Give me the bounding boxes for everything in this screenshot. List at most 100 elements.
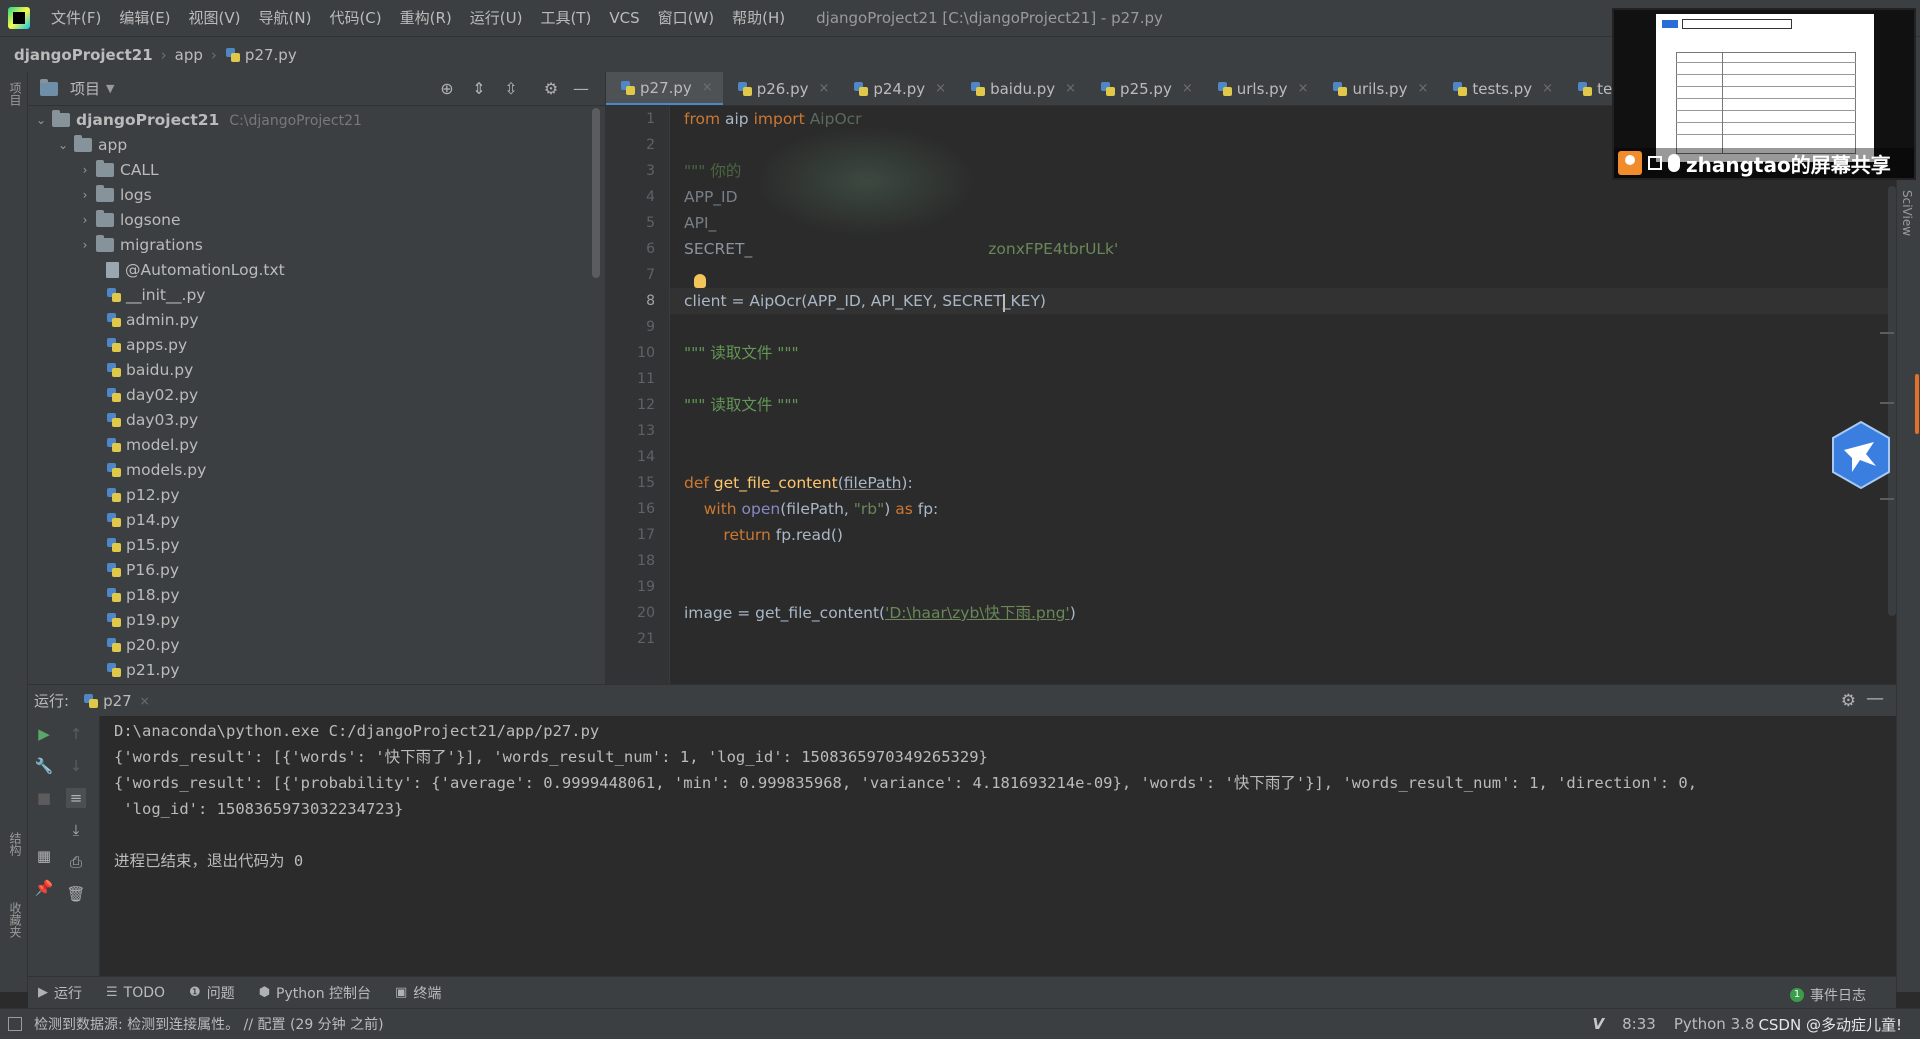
tree-file[interactable]: p20.py: [28, 633, 588, 658]
tool-tab[interactable]: ▶ 运行: [38, 983, 82, 1003]
breadcrumb-project[interactable]: djangoProject21: [14, 46, 153, 64]
editor-tab[interactable]: p26.py ×: [723, 72, 840, 105]
tree-file[interactable]: day02.py: [28, 383, 588, 408]
chevron-right-icon[interactable]: ›: [78, 233, 92, 258]
status-toggle-icon[interactable]: [8, 1017, 22, 1031]
run-tab-p27[interactable]: p27 ×: [83, 692, 150, 710]
minimize-icon[interactable]: —: [1866, 688, 1884, 709]
tree-file[interactable]: p12.py: [28, 483, 588, 508]
arrow-up-icon[interactable]: ↑: [66, 724, 86, 744]
stop-icon[interactable]: ■: [34, 788, 54, 808]
screen-share-preview[interactable]: zhangtao的屏幕共享: [1612, 8, 1916, 180]
rerun-icon[interactable]: ▶: [34, 724, 54, 744]
floating-bird-icon[interactable]: [1830, 420, 1892, 490]
gear-icon[interactable]: ⚙: [542, 80, 560, 98]
tree-file[interactable]: apps.py: [28, 333, 588, 358]
tree-folder-app[interactable]: ⌄ app: [28, 133, 588, 158]
tree-file[interactable]: baidu.py: [28, 358, 588, 383]
error-stripe-marker[interactable]: [1880, 498, 1894, 500]
cursor-position[interactable]: 8:33: [1622, 1015, 1656, 1033]
editor-scrollbar[interactable]: [1888, 186, 1896, 616]
tree-file[interactable]: @AutomationLog.txt: [28, 258, 588, 283]
tree-file[interactable]: models.py: [28, 458, 588, 483]
scroll-to-end-icon[interactable]: ⤓: [66, 820, 86, 840]
chevron-down-icon[interactable]: ▼: [106, 82, 114, 95]
close-icon[interactable]: ×: [935, 72, 946, 105]
editor-tab[interactable]: p24.py ×: [839, 72, 956, 105]
menu-item[interactable]: 工具(T): [531, 0, 600, 36]
editor-tab[interactable]: urls.py ×: [1203, 72, 1319, 105]
soft-wrap-icon[interactable]: ≡: [66, 788, 86, 808]
gear-icon[interactable]: ⚙: [1841, 691, 1856, 711]
error-stripe-marker[interactable]: [1880, 402, 1894, 404]
arrow-down-icon[interactable]: ↓: [66, 756, 86, 776]
chevron-right-icon[interactable]: ›: [78, 183, 92, 208]
chevron-right-icon[interactable]: ›: [78, 208, 92, 233]
lightbulb-icon[interactable]: [694, 274, 706, 288]
trash-icon[interactable]: 🗑: [66, 884, 86, 904]
editor-tab[interactable]: ten.py×: [1563, 72, 1614, 105]
tree-folder[interactable]: › logsone: [28, 208, 588, 233]
tool-tab[interactable]: ▣ 终端: [395, 983, 441, 1003]
chevron-down-icon[interactable]: ⌄: [56, 133, 70, 158]
tree-file[interactable]: p18.py: [28, 583, 588, 608]
menu-item[interactable]: VCS: [600, 0, 648, 36]
structure-tool-button[interactable]: 结构: [4, 832, 24, 856]
close-icon[interactable]: ×: [1065, 72, 1076, 105]
close-icon[interactable]: ×: [1182, 72, 1193, 105]
tree-file[interactable]: p19.py: [28, 608, 588, 633]
editor-tab[interactable]: p27.py ×: [606, 72, 723, 105]
hide-panel-icon[interactable]: —: [572, 80, 590, 98]
event-log-button[interactable]: 1 事件日志: [1790, 985, 1866, 1005]
collapse-all-icon[interactable]: ⇳: [502, 80, 520, 98]
menu-item[interactable]: 帮助(H): [723, 0, 794, 36]
close-icon[interactable]: ×: [140, 694, 150, 708]
project-tool-button[interactable]: 项目: [4, 82, 24, 106]
chevron-down-icon[interactable]: ⌄: [34, 108, 48, 133]
editor-tab[interactable]: p25.py ×: [1086, 72, 1203, 105]
tree-folder[interactable]: › migrations: [28, 233, 588, 258]
menu-item[interactable]: 代码(C): [320, 0, 390, 36]
breadcrumb-file[interactable]: p27.py: [225, 46, 297, 64]
tree-scrollbar[interactable]: [592, 108, 600, 278]
close-icon[interactable]: ×: [818, 72, 829, 105]
wrench-icon[interactable]: 🔧: [34, 756, 54, 776]
tool-tab[interactable]: ⬢ Python 控制台: [259, 983, 371, 1003]
tree-folder[interactable]: › logs: [28, 183, 588, 208]
locate-icon[interactable]: ⊕: [438, 80, 456, 98]
tool-tab[interactable]: ❶ 问题: [189, 983, 235, 1003]
layout-icon[interactable]: ▦: [34, 846, 54, 866]
vcs-v-icon[interactable]: V: [1593, 1015, 1605, 1033]
tree-file[interactable]: p21.py: [28, 658, 588, 683]
close-icon[interactable]: ×: [1298, 72, 1309, 105]
chevron-right-icon[interactable]: ›: [78, 158, 92, 183]
tree-file[interactable]: admin.py: [28, 308, 588, 333]
tree-root[interactable]: ⌄ djangoProject21 C:\djangoProject21: [28, 108, 588, 133]
editor-tab[interactable]: urils.py ×: [1318, 72, 1438, 105]
tree-file[interactable]: P16.py: [28, 558, 588, 583]
tree-file[interactable]: p14.py: [28, 508, 588, 533]
editor-tab[interactable]: tests.py ×: [1438, 72, 1563, 105]
expand-all-icon[interactable]: ⇕: [470, 80, 488, 98]
menu-item[interactable]: 导航(N): [250, 0, 321, 36]
tool-tab[interactable]: ☰ TODO: [106, 985, 165, 1001]
tree-file[interactable]: day03.py: [28, 408, 588, 433]
code-editor[interactable]: 1 2 3 4 5 6 7 8 9 10 11 12 13 14 15 16 17 18 19 20 21 from a…: [606, 106, 1896, 684]
menu-item[interactable]: 运行(U): [461, 0, 532, 36]
menu-item[interactable]: 视图(V): [180, 0, 250, 36]
editor-tab[interactable]: baidu.py ×: [956, 72, 1086, 105]
pin-icon[interactable]: 📌: [34, 878, 54, 898]
menu-item[interactable]: 编辑(E): [110, 0, 179, 36]
tree-file[interactable]: p15.py: [28, 533, 588, 558]
sciview-tool-button[interactable]: SciView: [1900, 190, 1914, 236]
favorites-tool-button[interactable]: 收藏夹: [4, 902, 24, 938]
run-console[interactable]: D:\anaconda\python.exe C:/djangoProject2…: [100, 716, 1896, 976]
menu-item[interactable]: 文件(F): [42, 0, 110, 36]
menu-item[interactable]: 重构(R): [391, 0, 461, 36]
tree-file[interactable]: __init__.py: [28, 283, 588, 308]
microphone-icon[interactable]: [1668, 154, 1680, 172]
print-icon[interactable]: ⎙: [66, 852, 86, 872]
tree-folder[interactable]: › CALL: [28, 158, 588, 183]
close-icon[interactable]: ×: [702, 72, 713, 105]
python-interpreter[interactable]: Python 3.8: [1674, 1015, 1755, 1033]
